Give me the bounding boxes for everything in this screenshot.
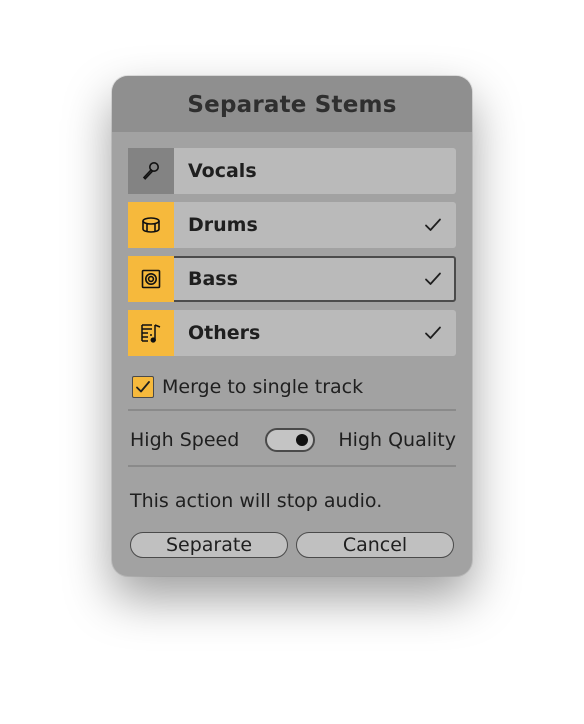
sheet-music-icon [128, 310, 174, 356]
toggle-knob [295, 434, 308, 446]
high-quality-label: High Quality [338, 429, 456, 451]
drum-icon [128, 202, 174, 248]
merge-label: Merge to single track [162, 376, 364, 398]
stem-label: Drums [188, 214, 258, 236]
stem-label: Others [188, 322, 261, 344]
merge-option[interactable]: Merge to single track [132, 374, 363, 400]
divider [128, 465, 456, 467]
cancel-button[interactable]: Cancel [296, 532, 454, 558]
merge-checkbox[interactable] [132, 376, 154, 398]
warning-message: This action will stop audio. [130, 490, 383, 512]
checkmark-icon [424, 202, 442, 248]
stem-label: Vocals [188, 160, 257, 182]
checkmark-icon [424, 310, 442, 356]
stem-row-bass[interactable]: Bass [128, 256, 456, 302]
stem-label: Bass [188, 268, 238, 290]
checkmark-icon [424, 256, 442, 302]
divider [128, 409, 456, 411]
quality-mode-row: High Speed High Quality [130, 426, 456, 454]
stem-row-drums[interactable]: Drums [128, 202, 456, 248]
stem-row-vocals[interactable]: Vocals [128, 148, 456, 194]
quality-toggle[interactable] [264, 428, 315, 452]
separate-button[interactable]: Separate [130, 532, 288, 558]
separate-stems-dialog: Separate Stems Vocals Drums Bass Others … [112, 76, 472, 576]
microphone-icon [128, 148, 174, 194]
dialog-title: Separate Stems [187, 91, 397, 118]
speaker-icon [128, 256, 174, 302]
high-speed-label: High Speed [130, 429, 240, 451]
stem-row-others[interactable]: Others [128, 310, 456, 356]
dialog-titlebar: Separate Stems [112, 76, 472, 132]
